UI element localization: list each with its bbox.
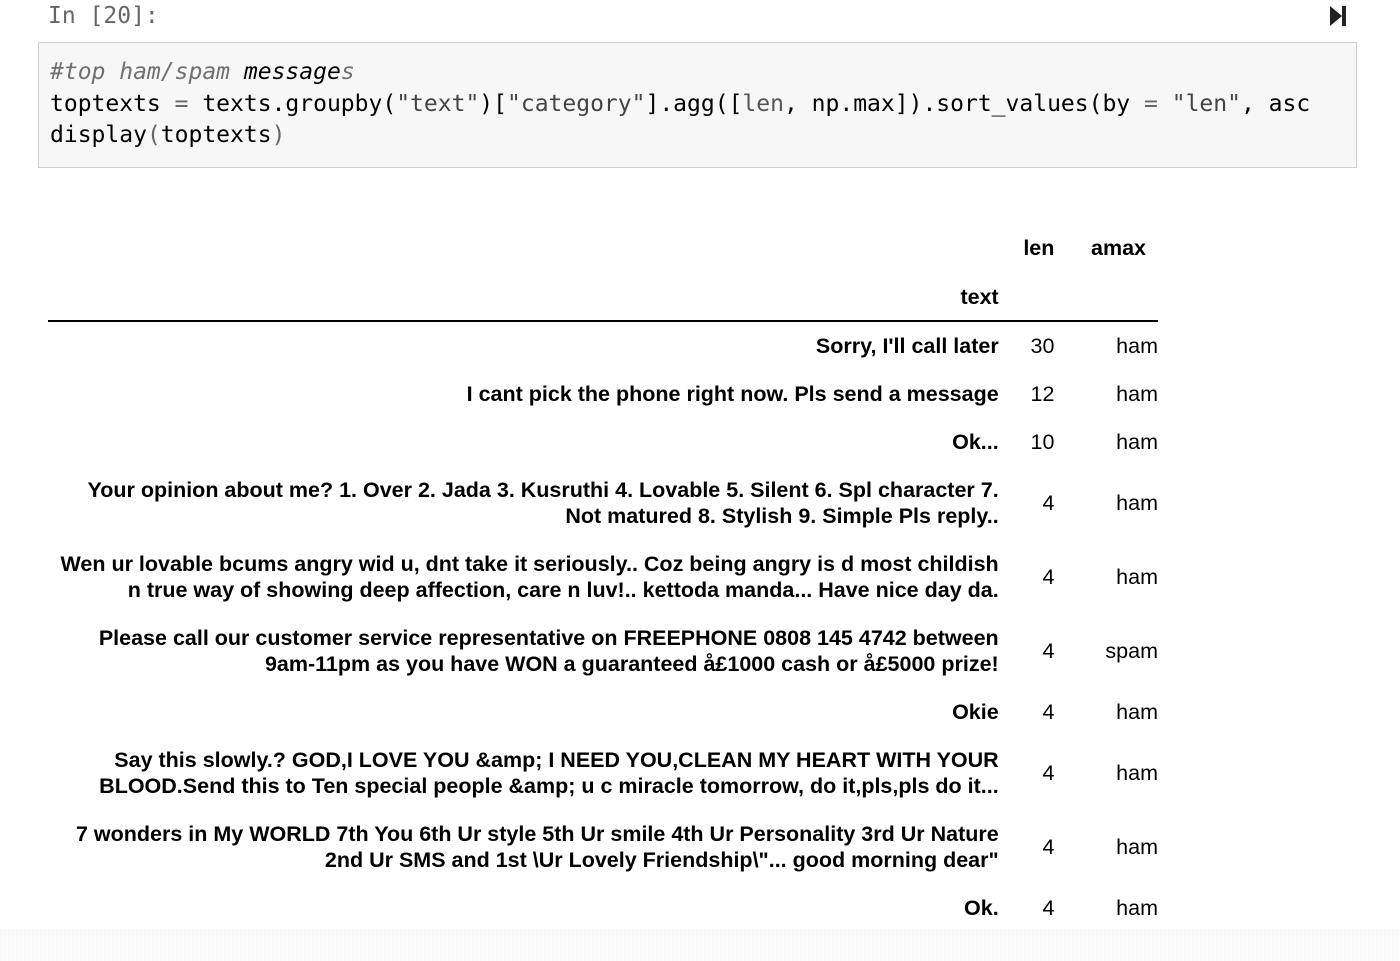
output-scroll-fade [0, 929, 1400, 961]
cell-amax: spam [1105, 638, 1158, 663]
table-row: Wen ur lovable bcums angry wid u, dnt ta… [48, 540, 1158, 614]
table-row: Okie 4 ham [48, 688, 1158, 736]
index-header-blank [48, 222, 999, 274]
cell-amax: ham [1116, 429, 1158, 454]
code-cell-editor[interactable]: #top ham/spam messages toptexts = texts.… [38, 42, 1357, 168]
cell-len: 4 [1042, 564, 1055, 589]
index-name-header: text [48, 274, 999, 322]
table-row: 7 wonders in My WORLD 7th You 6th Ur sty… [48, 810, 1158, 884]
cell-amax: ham [1116, 333, 1158, 358]
cell-amax: ham [1116, 699, 1158, 724]
cell-len: 4 [1042, 490, 1055, 515]
input-prompt: In [20]: [48, 3, 159, 29]
cell-len: 4 [1042, 895, 1055, 920]
cell-len: 12 [1030, 381, 1055, 406]
cell-amax: ham [1116, 834, 1158, 859]
cell-len: 4 [1042, 699, 1055, 724]
cell-len: 10 [1030, 429, 1055, 454]
row-index-text: Ok... [952, 430, 999, 454]
row-index-text: Say this slowly.? GOD,I LOVE YOU &amp; I… [99, 748, 999, 798]
table-row: Say this slowly.? GOD,I LOVE YOU &amp; I… [48, 736, 1158, 810]
index-name-blank-2 [1054, 274, 1158, 322]
table-row: I cant pick the phone right now. Pls sen… [48, 370, 1158, 418]
row-index-text: Sorry, I'll call later [815, 334, 999, 358]
column-header-len: len [1023, 235, 1055, 260]
row-index-text: I cant pick the phone right now. Pls sen… [466, 382, 999, 406]
row-index-text: Okie [952, 700, 999, 724]
code-line-2: toptexts = texts.groupby("text")["catego… [50, 90, 1311, 117]
cell-len: 30 [1030, 333, 1055, 358]
cell-amax: ham [1116, 490, 1158, 515]
table-row: Ok. 4 ham [48, 884, 1158, 932]
dataframe-table: len amax text Sorry, I'll call later 30 ha… [48, 222, 1158, 932]
run-to-end-icon[interactable] [1328, 4, 1348, 28]
output-area: len amax text Sorry, I'll call later 30 ha… [48, 222, 1158, 932]
row-index-text: Wen ur lovable bcums angry wid u, dnt ta… [60, 552, 999, 602]
code-line-3: display(toptexts) [50, 122, 286, 148]
cell-amax: ham [1116, 381, 1158, 406]
code-block[interactable]: #top ham/spam messages toptexts = texts.… [39, 43, 1356, 152]
table-row: Please call our customer service represe… [48, 614, 1158, 688]
cell-len: 4 [1042, 834, 1055, 859]
row-index-text: Please call our customer service represe… [98, 626, 999, 676]
row-index-text: Your opinion about me? 1. Over 2. Jada 3… [87, 478, 999, 528]
table-row: Ok... 10 ham [48, 418, 1158, 466]
row-index-text: 7 wonders in My WORLD 7th You 6th Ur sty… [75, 822, 999, 872]
cell-amax: ham [1116, 895, 1158, 920]
cell-amax: ham [1116, 760, 1158, 785]
cell-amax: ham [1116, 564, 1158, 589]
index-name-blank-1 [998, 274, 1055, 322]
cell-len: 4 [1042, 760, 1055, 785]
table-row: Your opinion about me? 1. Over 2. Jada 3… [48, 466, 1158, 540]
code-line-1: #top ham/spam messages [50, 59, 355, 85]
cell-len: 4 [1042, 638, 1055, 663]
table-row: Sorry, I'll call later 30 ham [48, 321, 1158, 370]
row-index-text: Ok. [964, 896, 999, 920]
column-header-amax: amax [1091, 235, 1146, 260]
